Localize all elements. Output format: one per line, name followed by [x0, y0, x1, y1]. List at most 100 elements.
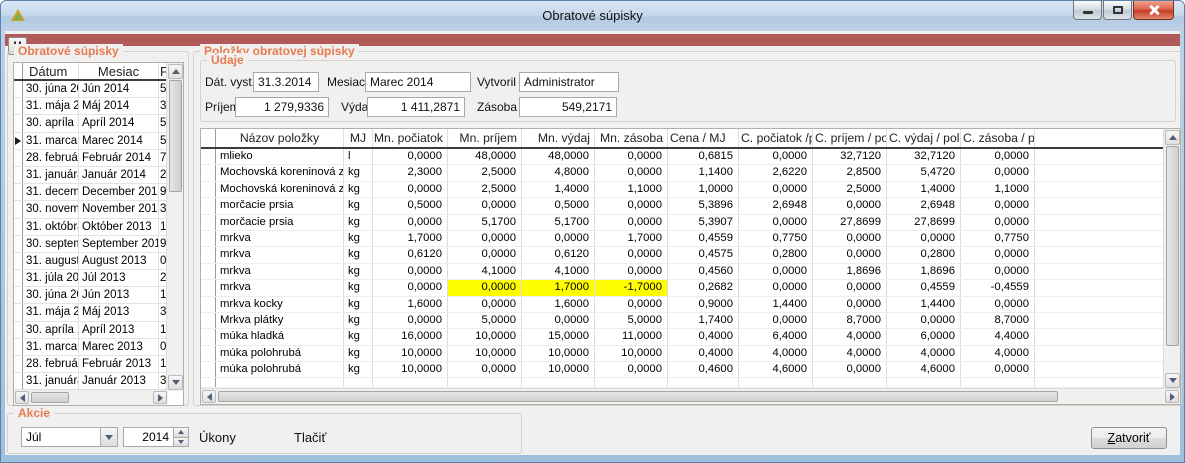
minimize-button[interactable] — [1073, 1, 1102, 20]
column-header-mn-prijem[interactable]: Mn. príjem — [448, 129, 522, 147]
row-selector[interactable] — [14, 98, 23, 114]
column-header-c-prijem[interactable]: C. príjem / pol — [813, 129, 887, 147]
list-item[interactable]: 31. marca 2014Marec 20145 — [14, 133, 183, 150]
column-header-mn-vydaj[interactable]: Mn. výdaj — [522, 129, 595, 147]
list-item[interactable]: 31. mája 2013Máj 20133 — [14, 304, 183, 321]
table-row[interactable]: mrkvakg0,61200,00000,61200,00000,45750,2… — [201, 247, 1180, 263]
row-selector[interactable] — [201, 182, 216, 197]
tlacit-menu[interactable]: Tlačiť — [294, 430, 326, 445]
row-selector[interactable] — [14, 184, 23, 200]
row-selector[interactable] — [14, 81, 23, 97]
table-row[interactable]: mrkva kockykg1,60000,00001,60000,00000,9… — [201, 297, 1180, 313]
scroll-down-button[interactable] — [1165, 373, 1180, 388]
list-item[interactable]: 30. júna 2013Jún 20131 — [14, 287, 183, 304]
column-header-mn-pociatok[interactable]: Mn. počiatok — [373, 129, 448, 147]
column-header-mj[interactable]: MJ — [344, 129, 373, 147]
row-selector[interactable] — [201, 149, 216, 164]
row-selector[interactable] — [14, 236, 23, 252]
row-selector[interactable] — [201, 362, 216, 377]
prijem-field[interactable] — [235, 97, 329, 117]
row-selector[interactable] — [14, 322, 23, 338]
row-selector[interactable] — [201, 231, 216, 246]
column-header-c-pociatok[interactable]: C. počiatok /po — [739, 129, 813, 147]
table-row[interactable]: múka polohrubákg10,00000,000010,00000,00… — [201, 362, 1180, 378]
row-selector[interactable] — [14, 356, 23, 372]
row-selector[interactable] — [201, 346, 216, 361]
column-header-cena-mj[interactable]: Cena / MJ — [668, 129, 739, 147]
ukony-menu[interactable]: Úkony — [199, 430, 236, 445]
row-selector[interactable] — [201, 297, 216, 312]
vydaj-field[interactable] — [367, 97, 465, 117]
scroll-left-button[interactable] — [15, 391, 29, 404]
list-item[interactable]: 28. februára 2014Február 20147 — [14, 150, 183, 167]
items-vertical-scrollbar[interactable] — [1163, 129, 1180, 389]
row-selector[interactable] — [14, 373, 23, 389]
row-selector[interactable] — [14, 287, 23, 303]
scroll-thumb[interactable] — [218, 391, 1058, 402]
items-horizontal-scrollbar[interactable] — [201, 388, 1180, 404]
scroll-left-button[interactable] — [202, 390, 216, 403]
table-row[interactable]: Mochovská koreninová zmeskg2,30002,50004… — [201, 165, 1180, 181]
scroll-down-button[interactable] — [168, 375, 183, 390]
row-selector[interactable] — [14, 270, 23, 286]
list-item[interactable]: 30. apríla 2013Apríl 20131 — [14, 322, 183, 339]
scroll-thumb[interactable] — [31, 392, 69, 403]
zasoba-field[interactable] — [519, 97, 617, 117]
close-button[interactable] — [1133, 1, 1174, 20]
dropdown-button[interactable] — [100, 428, 117, 446]
scroll-thumb[interactable] — [169, 80, 182, 192]
list-item[interactable]: 31. decembra 2013December 20139 — [14, 184, 183, 201]
list-item[interactable]: 30. apríla 2014Apríl 20145 — [14, 115, 183, 132]
list-item[interactable]: 31. marca 2013Marec 20130 — [14, 339, 183, 356]
table-row[interactable]: Mochovská koreninová zmeskg0,00002,50001… — [201, 182, 1180, 198]
maximize-button[interactable] — [1103, 1, 1132, 20]
mesiac-field[interactable] — [365, 72, 471, 92]
overview-vertical-scrollbar[interactable] — [166, 63, 183, 391]
scroll-up-button[interactable] — [1165, 130, 1180, 145]
year-spinner[interactable]: 2014 — [123, 427, 189, 447]
month-select[interactable]: Júl — [21, 427, 118, 447]
column-header-datum[interactable]: Dátum — [23, 63, 79, 79]
column-header-mn-zasoba[interactable]: Mn. zásoba — [595, 129, 668, 147]
list-item[interactable]: 28. februára 2013Február 20131 — [14, 356, 183, 373]
table-row[interactable]: múka hladkákg16,000010,000015,000011,000… — [201, 329, 1180, 345]
column-header-mesiac[interactable]: Mesiac — [79, 63, 159, 79]
row-selector[interactable] — [201, 329, 216, 344]
row-selector[interactable] — [14, 167, 23, 183]
scroll-right-button[interactable] — [153, 391, 167, 404]
list-item[interactable]: 31. októbra 2013Október 20131 — [14, 219, 183, 236]
table-row[interactable]: mliekol0,000048,000048,00000,00000,68150… — [201, 149, 1180, 165]
row-selector[interactable] — [14, 219, 23, 235]
overview-horizontal-scrollbar[interactable] — [14, 389, 168, 405]
row-selector[interactable] — [201, 313, 216, 328]
row-selector[interactable] — [14, 304, 23, 320]
row-selector[interactable] — [201, 165, 216, 180]
table-row[interactable]: mrkvakg1,70000,00000,00001,70000,45590,7… — [201, 231, 1180, 247]
vytvoril-field[interactable] — [519, 72, 619, 92]
list-item[interactable]: 30. novembra 2013November 20133 — [14, 201, 183, 218]
list-item[interactable]: 31. januára 2014Január 20142 — [14, 167, 183, 184]
list-item[interactable]: 31. augusta 2013August 20130 — [14, 253, 183, 270]
row-selector[interactable] — [14, 339, 23, 355]
row-selector[interactable] — [14, 133, 23, 149]
row-selector[interactable] — [201, 247, 216, 262]
spin-up-button[interactable] — [174, 428, 188, 437]
row-selector[interactable] — [14, 253, 23, 269]
table-row[interactable]: mrkvakg0,00000,00001,7000-1,70000,26820,… — [201, 280, 1180, 296]
column-header-c-vydaj[interactable]: C. výdaj / pol — [887, 129, 961, 147]
table-row[interactable]: morčacie prsiakg0,00005,17005,17000,0000… — [201, 215, 1180, 231]
row-selector[interactable] — [14, 201, 23, 217]
table-row[interactable]: mrkvakg0,00004,10004,10000,00000,45600,0… — [201, 264, 1180, 280]
scroll-right-button[interactable] — [1165, 390, 1179, 403]
table-row[interactable]: múka polohrubákg10,000010,000010,000010,… — [201, 346, 1180, 362]
list-item[interactable]: 31. júla 2013Júl 20132 — [14, 270, 183, 287]
row-selector[interactable] — [14, 150, 23, 166]
column-header-c-zasoba[interactable]: C. zásoba / po — [961, 129, 1035, 147]
scroll-thumb[interactable] — [1166, 146, 1179, 346]
row-selector[interactable] — [201, 215, 216, 230]
titlebar[interactable]: Obratové súpisky — [1, 1, 1184, 31]
list-item[interactable]: 31. mája 2014Máj 20143 — [14, 98, 183, 115]
row-selector[interactable] — [201, 264, 216, 279]
spin-down-button[interactable] — [174, 437, 188, 447]
list-item[interactable]: 30. júna 2014Jún 20145 — [14, 81, 183, 98]
